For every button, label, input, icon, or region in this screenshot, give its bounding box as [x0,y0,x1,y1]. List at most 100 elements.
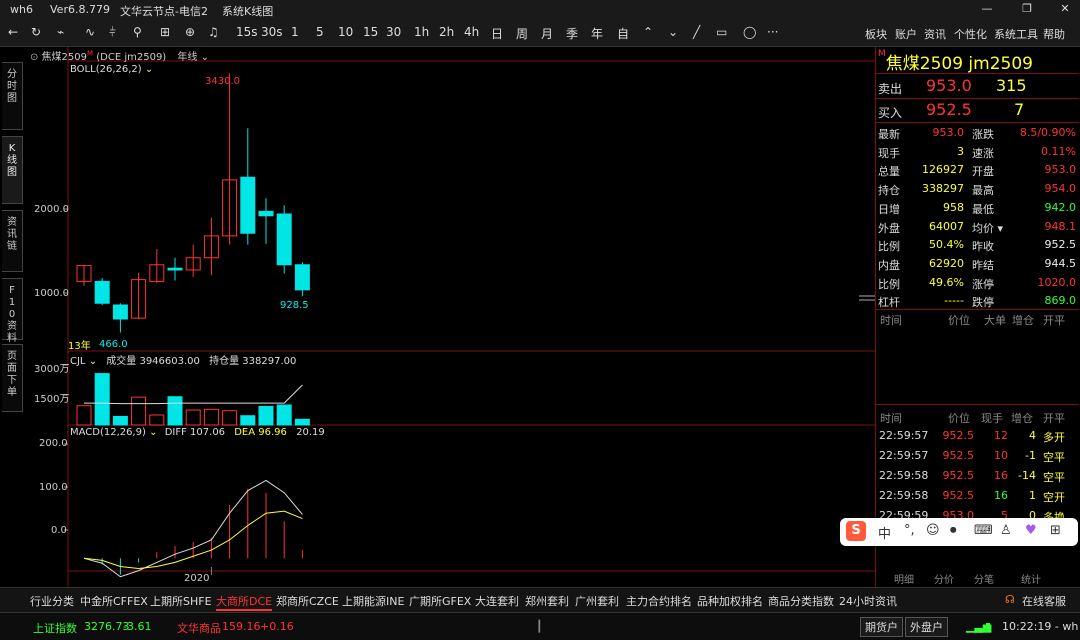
sogou-logo-icon[interactable]: S [846,521,866,541]
menu-item[interactable]: 资讯 [924,26,946,42]
menu-item[interactable]: 账户 [895,26,917,42]
period-button[interactable]: 1 [291,25,299,39]
mic-icon[interactable]: ⏺ [950,523,957,538]
menu-item[interactable]: 个性化 [954,26,987,42]
period-button[interactable]: 1h [414,25,429,39]
trend-icon[interactable]: ∿ [85,25,95,39]
menu-item[interactable]: 板块 [865,26,887,42]
exchange-tab[interactable]: 上期所SHFE [150,593,212,609]
foreign-account-button[interactable]: 外盘户 [905,617,948,637]
period-button[interactable]: 15s [236,25,258,39]
table-icon[interactable]: ⊞ [160,25,170,39]
period-button[interactable]: 2h [439,25,454,39]
exchange-tab[interactable]: 行业分类 [30,593,74,609]
tab-detail[interactable]: 明细 [894,571,914,586]
tab-kline[interactable]: K线图 [2,136,23,204]
exchange-tab[interactable]: 大商所DCE [216,593,273,611]
exchange-tab[interactable]: 上期能源INE [342,593,404,609]
macd-chevron-icon[interactable]: ⌄ [146,427,157,438]
tick-row[interactable]: 22:59:58 952.5 16 -14 空平 [876,466,1079,486]
exchange-tab[interactable]: 大连套利 [475,593,519,609]
restore-icon[interactable]: ❐ [1020,2,1034,16]
skin-icon[interactable]: ♥ [1025,523,1037,538]
user-icon[interactable]: ♙ [1000,523,1012,538]
exchange-tab[interactable]: 商品分类指数 [768,593,834,609]
period-button[interactable]: 周 [516,25,528,42]
period-button[interactable]: 日 [491,25,503,42]
zoom-in-icon[interactable]: ⊕ [185,25,195,39]
tick-row[interactable]: 22:59:57 952.5 12 4 多开 [876,426,1079,446]
exchange-tab[interactable]: 品种加权排名 [697,593,763,609]
back-small-icon[interactable]: ⊙ [30,52,42,63]
emoji-icon[interactable]: ☺ [926,523,940,538]
period-button[interactable]: 15 [363,25,378,39]
close-icon[interactable]: ✕ [1058,2,1072,16]
wh-index-value: 159.16 [222,620,261,633]
exchange-tab[interactable]: 广期所GFEX [409,593,471,609]
bell-icon[interactable]: ♫ [208,25,219,39]
ime-mode-chinese[interactable]: 中 [878,523,891,542]
exchange-tab[interactable]: 主力合约排名 [626,593,692,609]
sh-index-label[interactable]: 上证指数 [33,620,77,636]
boll-label[interactable]: BOLL(26,26,2) ⌄ [70,64,153,75]
period-button[interactable]: 5 [316,25,324,39]
exchange-tab[interactable]: 中金所CFFEX [80,593,148,609]
ime-toolbar[interactable]: S 中 °, ☺ ⏺ ⌨ ♙ ♥ ⊞ [840,518,1078,546]
keyboard-icon[interactable]: ⌨ [974,523,993,538]
period-button[interactable]: 月 [541,25,553,42]
period-button[interactable]: 年 [591,25,603,42]
tick-row[interactable]: 22:59:57 952.5 10 -1 空平 [876,446,1079,466]
cjl-label[interactable]: CJL [70,356,86,367]
diff-value: 107.06 [190,427,226,438]
period-button[interactable]: 30s [261,25,283,39]
exchange-tab[interactable]: 郑州套利 [525,593,569,609]
candle-icon[interactable]: ⫩ [109,25,116,40]
sell-row[interactable]: 卖出 953.0 315 [876,76,1079,98]
grid-icon[interactable]: ⊞ [1050,523,1061,538]
zoom-up-icon[interactable]: ⌃ [643,25,653,39]
back-icon[interactable]: ← [8,25,18,39]
tab-f10[interactable]: F10资料 [2,278,23,344]
tick-row[interactable]: 22:59:58 952.5 16 1 空开 [876,486,1079,506]
exchange-tab[interactable]: 广州套利 [575,593,619,609]
rect-icon[interactable]: ▭ [716,25,727,39]
tab-news-chain[interactable]: 资讯链 [2,210,23,272]
futures-account-button[interactable]: 期货户 [860,617,903,637]
more-icon[interactable]: ··· [767,25,778,39]
online-service-link[interactable]: 在线客服 [1022,593,1066,609]
period-chevron-icon[interactable]: ⌄ [197,52,209,63]
exchange-tab[interactable]: 24小时资讯 [839,593,897,609]
zoom-down-icon[interactable]: ⌄ [668,25,678,39]
period-button[interactable]: 自 [617,25,629,42]
kline-chart[interactable]: ⊙ 焦煤2509M (DCE jm2509) 年线 ⌄ BOLL(26,26,2… [24,47,875,587]
refresh-icon[interactable]: ↻ [31,25,41,39]
tab-stats[interactable]: 统计 [1021,571,1041,586]
tab-order[interactable]: 页面下单 [2,344,23,412]
period-button[interactable]: 30 [386,25,401,39]
headset-icon[interactable]: ☊ [1005,593,1015,606]
macd-label[interactable]: MACD(12,26,9) [70,427,146,438]
period-button[interactable]: 10 [338,25,353,39]
split-icon[interactable]: ⚲ [133,25,142,39]
tab-f10-label: F10资料 [7,285,17,344]
tab-tick[interactable]: 分笔 [974,571,994,586]
chart-period[interactable]: 年线 [177,52,197,63]
tab-price-dist[interactable]: 分价 [934,571,954,586]
minimize-icon[interactable]: — [980,2,994,16]
chart-canvas[interactable] [24,47,875,587]
period-button[interactable]: 季 [566,25,578,42]
circle-icon[interactable]: ◯ [743,25,756,39]
menu-item[interactable]: 帮助 [1043,26,1065,42]
tab-timeline[interactable]: 分时图 [2,62,23,130]
wh-index-label[interactable]: 文华商品 [177,620,221,636]
ime-punctuation[interactable]: °, [904,523,915,538]
volume-bar [276,404,292,426]
draw-line-icon[interactable]: ╱ [693,25,700,39]
menu-item[interactable]: 系统工具 [994,26,1038,42]
period-button[interactable]: 4h [464,25,479,39]
cjl-chevron-icon[interactable]: ⌄ [86,356,97,367]
buy-row[interactable]: 买入 952.5 7 [876,100,1079,122]
line-chart-icon[interactable]: ⌁ [57,25,64,39]
exchange-tab[interactable]: 郑商所CZCE [276,593,339,609]
app-version: Ver6.8.779 [50,3,110,16]
